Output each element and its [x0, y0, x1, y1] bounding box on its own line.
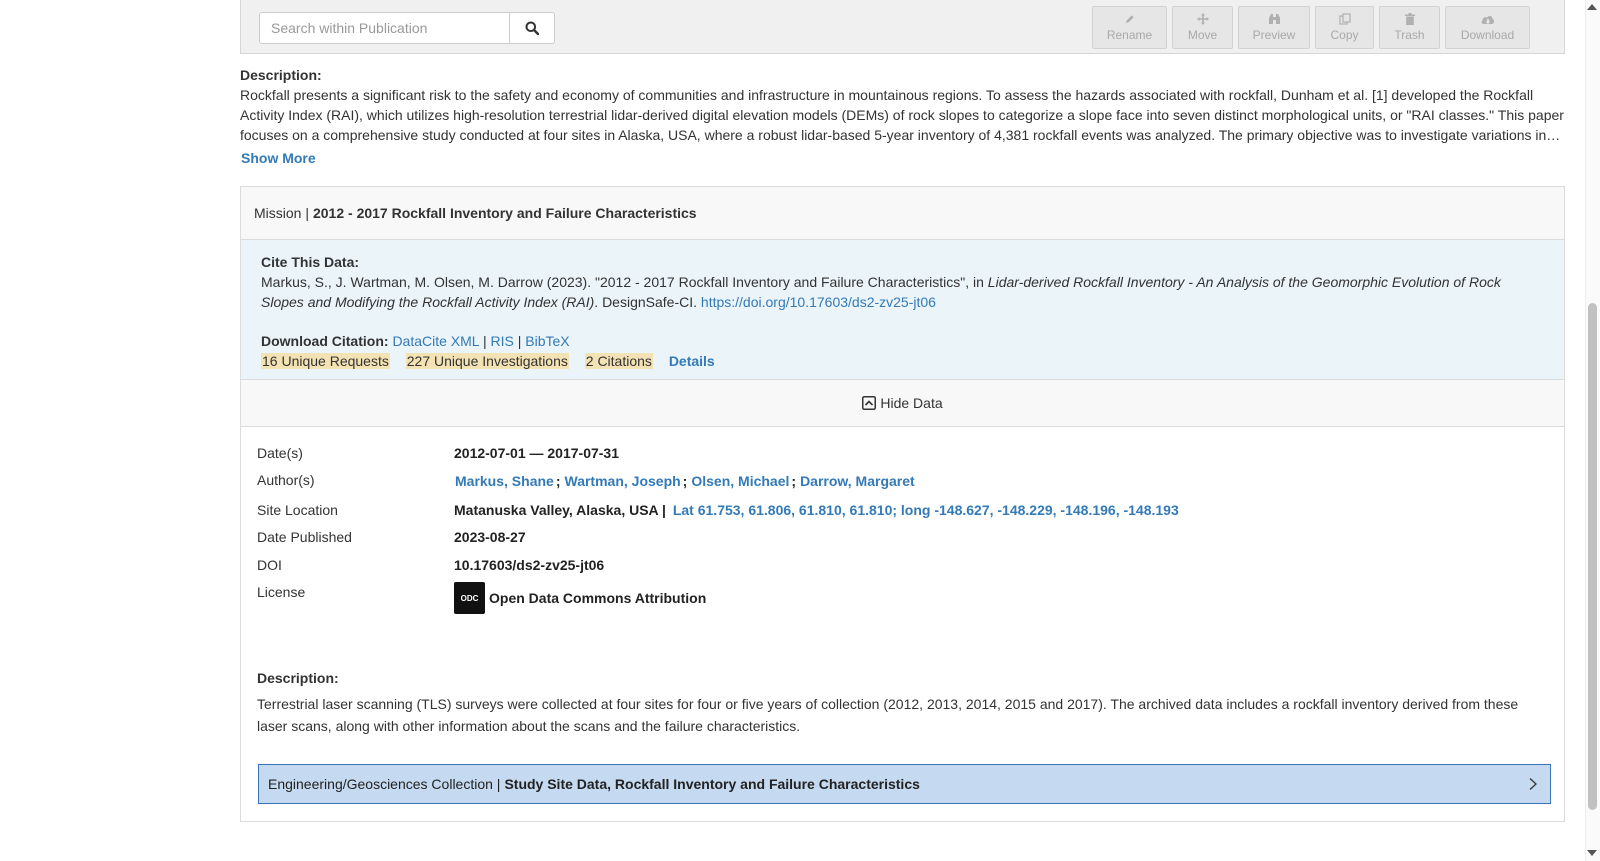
download-button[interactable]: Download: [1445, 6, 1530, 49]
date-published-value: 2023-08-27: [454, 529, 526, 545]
mission-description-text: Terrestrial laser scanning (TLS) surveys…: [257, 696, 1519, 734]
trash-icon: [1404, 13, 1415, 25]
rename-label: Rename: [1106, 27, 1153, 42]
author-link[interactable]: Olsen, Michael: [691, 473, 789, 489]
unique-investigations-badge: 227 Unique Investigations: [405, 353, 569, 369]
metrics-row: 16 Unique Requests 227 Unique Investigat…: [261, 351, 1544, 371]
cloud-download-icon: [1481, 15, 1494, 24]
odc-license-icon: ODC: [454, 582, 485, 614]
citations-badge: 2 Citations: [584, 353, 653, 369]
citation-box: Cite This Data: Markus, S., J. Wartman, …: [241, 240, 1564, 380]
publication-description: Description: Rockfall presents a signifi…: [240, 65, 1565, 168]
preview-button[interactable]: Preview: [1238, 6, 1310, 49]
description-text: Rockfall presents a significant risk to …: [240, 87, 1564, 143]
collapse-icon: [862, 396, 877, 410]
date-published-label: Date Published: [257, 529, 352, 545]
author-link[interactable]: Markus, Shane: [455, 473, 554, 489]
site-coordinates-link[interactable]: Lat 61.753, 61.806, 61.810, 61.810; long…: [673, 502, 1179, 518]
search-bar: [259, 12, 555, 44]
mission-prefix: Mission |: [254, 205, 309, 221]
site-location-value: Matanuska Valley, Alaska, USA | Lat 61.7…: [454, 502, 1179, 518]
trash-label: Trash: [1394, 28, 1425, 42]
download-citation-row: Download Citation: DataCite XML | RIS | …: [261, 333, 570, 349]
citation-doi-link[interactable]: https://doi.org/10.17603/ds2-zv25-jt06: [701, 294, 936, 310]
chevron-right-icon: [1529, 778, 1537, 790]
ris-link[interactable]: RIS: [490, 333, 513, 349]
move-label: Move: [1187, 28, 1218, 42]
collection-prefix: Engineering/Geosciences Collection |: [268, 776, 501, 792]
authors-label: Author(s): [257, 472, 315, 488]
scroll-up-arrow[interactable]: [1587, 4, 1597, 10]
show-more-link[interactable]: Show More: [241, 148, 316, 168]
trash-button[interactable]: Trash: [1379, 6, 1440, 49]
license-value: ODC Open Data Commons Attribution: [454, 582, 706, 614]
mission-header: Mission | 2012 - 2017 Rockfall Inventory…: [241, 187, 1564, 240]
hide-data-toggle[interactable]: Hide Data: [241, 380, 1564, 427]
mission-description: Description: Terrestrial laser scanning …: [257, 667, 1532, 737]
download-label: Download: [1460, 27, 1515, 42]
mission-title: 2012 - 2017 Rockfall Inventory and Failu…: [312, 205, 697, 221]
search-button[interactable]: [510, 12, 555, 44]
authors-list: Markus, Shane; Wartman, Joseph; Olsen, Mic…: [455, 473, 915, 489]
author-link[interactable]: Wartman, Joseph: [565, 473, 681, 489]
license-label: License: [257, 584, 306, 600]
datacite-xml-link[interactable]: DataCite XML: [392, 333, 479, 349]
author-link[interactable]: Darrow, Margaret: [800, 473, 915, 489]
mission-panel: Mission | 2012 - 2017 Rockfall Inventory…: [240, 186, 1565, 822]
mission-description-label: Description:: [257, 670, 339, 686]
doi-value: 10.17603/ds2-zv25-jt06: [454, 557, 605, 573]
license-name: Open Data Commons Attribution: [489, 590, 707, 606]
unique-requests-badge: 16 Unique Requests: [261, 353, 390, 369]
bibtex-link[interactable]: BibTeX: [525, 333, 569, 349]
citation-text: Markus, S., J. Wartman, M. Olsen, M. Dar…: [261, 272, 1544, 312]
binoculars-icon: [1268, 14, 1280, 24]
copy-label: Copy: [1330, 28, 1359, 42]
move-icon: [1196, 13, 1209, 25]
metrics-details-link[interactable]: Details: [669, 353, 715, 369]
rename-button[interactable]: Rename: [1092, 6, 1167, 49]
pencil-icon: [1125, 14, 1134, 23]
publication-toolbar: Rename Move Preview Copy Trash Download: [240, 0, 1565, 54]
download-citation-label: Download Citation:: [261, 333, 389, 349]
search-icon: [525, 21, 539, 35]
citation-publisher: . DesignSafe-CI.: [594, 294, 701, 310]
site-location-name: Matanuska Valley, Alaska, USA |: [454, 502, 666, 518]
scroll-down-arrow[interactable]: [1587, 850, 1597, 856]
cite-label: Cite This Data:: [261, 254, 360, 270]
doi-label: DOI: [257, 557, 282, 573]
collection-title: Study Site Data, Rockfall Inventory and …: [504, 776, 920, 792]
description-label: Description:: [240, 67, 322, 83]
dates-value: 2012-07-01 — 2017-07-31: [454, 445, 620, 461]
dates-label: Date(s): [257, 445, 303, 461]
collection-row[interactable]: Engineering/Geosciences Collection | Stu…: [258, 764, 1551, 804]
copy-icon: [1338, 13, 1351, 25]
copy-button[interactable]: Copy: [1315, 6, 1374, 49]
site-location-label: Site Location: [257, 502, 338, 518]
citation-authors: Markus, S., J. Wartman, M. Olsen, M. Dar…: [261, 274, 988, 290]
hide-data-label: Hide Data: [880, 395, 943, 411]
preview-label: Preview: [1252, 28, 1296, 42]
move-button[interactable]: Move: [1172, 6, 1233, 49]
scrollbar-thumb[interactable]: [1588, 303, 1597, 810]
search-input[interactable]: [259, 12, 510, 44]
